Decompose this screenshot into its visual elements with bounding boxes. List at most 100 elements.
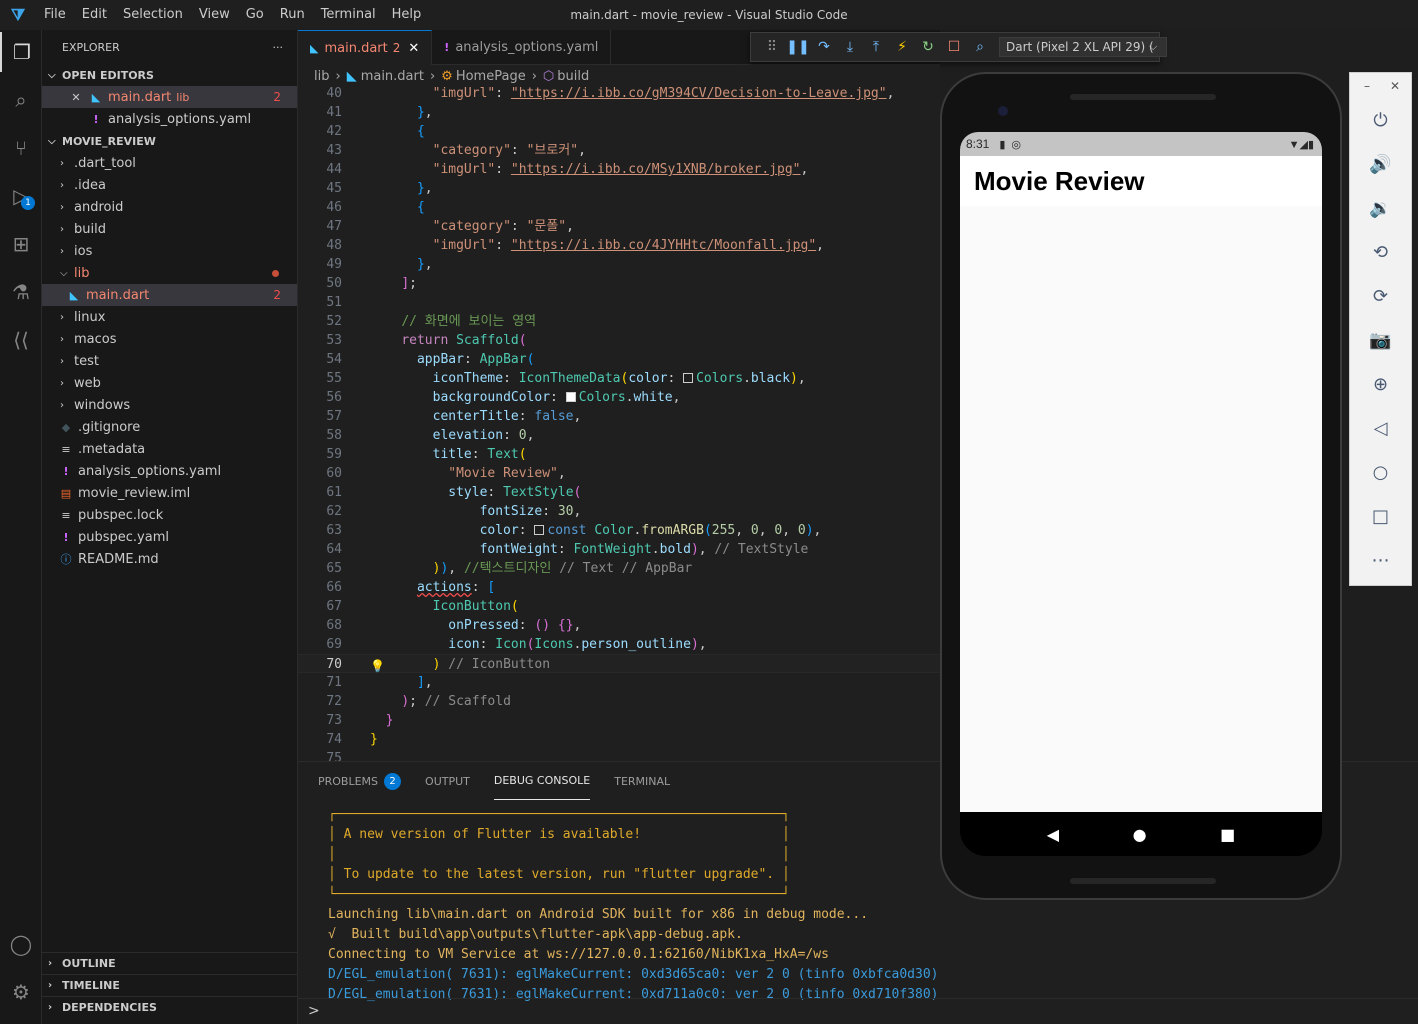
inspect-widget-icon[interactable]: ⌕	[967, 39, 993, 55]
minimize-icon[interactable]: –	[1364, 79, 1370, 93]
stop-icon[interactable]: ☐	[941, 39, 967, 55]
file-pubspec-lock[interactable]: ≡ pubspec.lock	[42, 504, 297, 526]
tree-label: macos	[74, 331, 117, 347]
file-metadata[interactable]: ≡ .metadata	[42, 438, 297, 460]
breadcrumb-class[interactable]: HomePage	[456, 69, 526, 84]
project-header[interactable]: ⌵ MOVIE_REVIEW	[42, 130, 297, 152]
folder-windows[interactable]: › windows	[42, 394, 297, 416]
power-icon[interactable]: ⏻	[1350, 105, 1411, 135]
menu-file[interactable]: File	[36, 0, 74, 30]
menu-go[interactable]: Go	[238, 0, 272, 30]
zoom-icon[interactable]: ⊕	[1350, 369, 1411, 399]
explorer-icon[interactable]: ❐	[0, 32, 42, 72]
folder-web[interactable]: › web	[42, 372, 297, 394]
console-line: ┌───────────────────────────────────────…	[328, 807, 790, 822]
menu-selection[interactable]: Selection	[115, 0, 191, 30]
emulator-screen[interactable]: 8:31 ▮ ◎ ▼◢▮ Movie Review ◀ ● ■	[960, 132, 1322, 856]
volume-up-icon[interactable]: 🔊	[1350, 149, 1411, 179]
folder-linux[interactable]: › linux	[42, 306, 297, 328]
chevron-right-icon: ›	[60, 157, 64, 169]
extensions-icon[interactable]: ⊞	[0, 224, 42, 264]
step-over-icon[interactable]: ↷	[811, 39, 837, 55]
code-line: 52 // 화면에 보이는 영역	[326, 314, 537, 329]
search-icon[interactable]: ⌕	[0, 80, 42, 120]
console-input[interactable]: >	[298, 998, 1418, 1024]
breadcrumb-file[interactable]: main.dart	[361, 69, 424, 84]
open-editors-header[interactable]: ⌵ OPEN EDITORS	[42, 64, 297, 86]
folder-android[interactable]: › android	[42, 196, 297, 218]
code-line: 65 )), //텍스트디자인 // Text // AppBar	[326, 561, 693, 576]
run-debug-icon[interactable]: ▷ 1	[0, 176, 42, 216]
step-out-icon[interactable]: ⤒	[863, 39, 889, 55]
source-control-icon[interactable]: ⑂	[0, 128, 42, 168]
account-icon[interactable]: ◯	[0, 924, 42, 964]
file-main-dart[interactable]: ◣ main.dart 2	[42, 284, 297, 306]
folder-dart-tool[interactable]: › .dart_tool	[42, 152, 297, 174]
folder-build[interactable]: › build	[42, 218, 297, 240]
menu-view[interactable]: View	[191, 0, 238, 30]
step-into-icon[interactable]: ⤓	[837, 39, 863, 55]
more-icon[interactable]: ⋯	[1350, 545, 1411, 575]
console-line: │ │	[328, 847, 790, 862]
folder-ios[interactable]: › ios	[42, 240, 297, 262]
pause-icon[interactable]: ❚❚	[785, 39, 811, 55]
folder-test[interactable]: › test	[42, 350, 297, 372]
debug-toolbar: ⠿ ❚❚ ↷ ⤓ ⤒ ⚡ ↻ ☐ ⌕ Dart (Pixel 2 XL API …	[750, 32, 1167, 62]
file-movie-review-iml[interactable]: ▤ movie_review.iml	[42, 482, 297, 504]
file-pubspec-yaml[interactable]: ! pubspec.yaml	[42, 526, 297, 548]
timeline-header[interactable]: › TIMELINE	[42, 974, 298, 996]
hot-reload-icon[interactable]: ⚡	[889, 39, 915, 55]
tab-output[interactable]: OUTPUT	[425, 762, 470, 800]
close-icon[interactable]: ✕	[1390, 79, 1400, 93]
project-label: MOVIE_REVIEW	[62, 134, 156, 148]
back-icon[interactable]: ◁	[1350, 413, 1411, 443]
menu-run[interactable]: Run	[272, 0, 313, 30]
breadcrumb-lib[interactable]: lib	[314, 69, 329, 84]
menu-edit[interactable]: Edit	[74, 0, 115, 30]
testing-icon[interactable]: ⚗	[0, 272, 42, 312]
rotate-right-icon[interactable]: ⟳	[1350, 281, 1411, 311]
app-body[interactable]	[960, 206, 1322, 812]
folder-idea[interactable]: › .idea	[42, 174, 297, 196]
flutter-icon[interactable]: ⟨⟨	[0, 320, 42, 360]
folder-lib[interactable]: ⌵ lib	[42, 262, 297, 284]
nav-home-icon[interactable]: ●	[1133, 825, 1147, 844]
nav-back-icon[interactable]: ◀	[1047, 825, 1059, 844]
tab-terminal[interactable]: TERMINAL	[614, 762, 670, 800]
dart-file-icon: ◣	[69, 288, 79, 302]
home-icon[interactable]: ○	[1350, 457, 1411, 487]
close-icon[interactable]: ✕	[408, 41, 419, 56]
tab-debug-console[interactable]: DEBUG CONSOLE	[493, 762, 591, 800]
problems-count-badge: 2	[384, 772, 402, 790]
code-line: 73 }	[326, 713, 394, 728]
tab-problems[interactable]: PROBLEMS 2	[318, 762, 402, 800]
dependencies-header[interactable]: › DEPENDENCIES	[42, 996, 298, 1018]
nav-recents-icon[interactable]: ■	[1220, 825, 1235, 844]
rotate-left-icon[interactable]: ⟲	[1350, 237, 1411, 267]
breadcrumb-method[interactable]: build	[557, 69, 589, 84]
open-editor-analysis-options[interactable]: ! analysis_options.yaml	[42, 108, 297, 130]
tab-analysis-options[interactable]: ! analysis_options.yaml	[432, 30, 612, 65]
overview-icon[interactable]: □	[1350, 501, 1411, 531]
device-select[interactable]: Dart (Pixel 2 XL API 29) (	[999, 37, 1167, 57]
code-line: 50 ];	[326, 276, 417, 291]
camera-icon[interactable]: 📷	[1350, 325, 1411, 355]
file-analysis-options[interactable]: ! analysis_options.yaml	[42, 460, 297, 482]
wifi-signal-battery-icon: ▼◢▮	[1288, 138, 1314, 151]
drag-handle-icon[interactable]: ⠿	[759, 39, 785, 55]
more-actions-icon[interactable]: ···	[273, 41, 284, 54]
menu-terminal[interactable]: Terminal	[313, 0, 384, 30]
file-gitignore[interactable]: ◆ .gitignore	[42, 416, 297, 438]
settings-gear-icon[interactable]: ⚙	[0, 972, 42, 1012]
close-icon[interactable]: ✕	[68, 91, 84, 104]
folder-macos[interactable]: › macos	[42, 328, 297, 350]
restart-icon[interactable]: ↻	[915, 39, 941, 55]
open-editor-main-dart[interactable]: ✕ ◣ main.dart lib 2	[42, 86, 297, 108]
volume-down-icon[interactable]: 🔉	[1350, 193, 1411, 223]
file-readme[interactable]: ⓘ README.md	[42, 548, 297, 570]
code-editor[interactable]: 40 "imgUrl": "https://i.ibb.co/gM394CV/D…	[298, 87, 940, 761]
outline-header[interactable]: › OUTLINE	[42, 952, 298, 974]
menu-help[interactable]: Help	[384, 0, 430, 30]
tree-label: .gitignore	[78, 419, 141, 435]
tab-main-dart[interactable]: ◣ main.dart 2 ✕	[298, 30, 433, 65]
